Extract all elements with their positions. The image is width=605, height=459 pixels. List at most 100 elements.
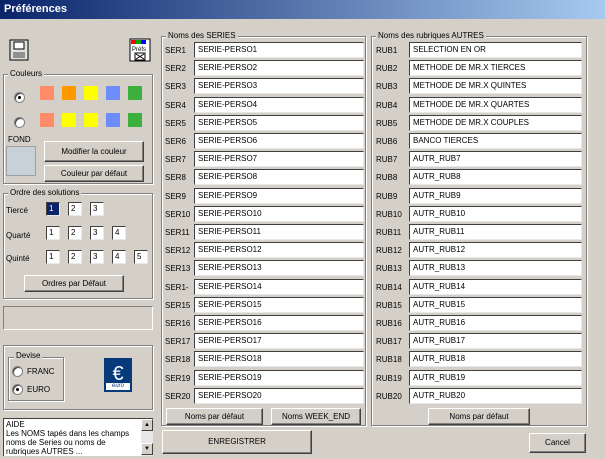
series-label: SER1 [165,46,186,55]
currency-euro-radio[interactable] [12,384,23,395]
series-name-field[interactable]: SERIE-PERSO9 [194,187,364,204]
color-swatch[interactable] [128,86,142,100]
tierce-field[interactable]: 1 [46,202,60,216]
euro-logo-text: euro [111,383,124,389]
quinte-field[interactable]: 1 [46,250,60,264]
preferences-app-icon[interactable]: Préfs [126,38,154,64]
series-name-field[interactable]: SERIE-PERSO5 [194,114,364,131]
scroll-up-icon[interactable]: ▲ [141,419,153,431]
rubrique-name-field[interactable]: AUTR_RUB18 [409,351,582,368]
rubrique-name-field[interactable]: AUTR_RUB11 [409,224,582,240]
series-name-field[interactable]: SERIE-PERSO13 [194,260,364,277]
series-name-field[interactable]: SERIE-PERSO6 [194,133,364,149]
rubrique-label: RUB6 [376,137,398,146]
rubrique-name-field[interactable]: AUTR_RUB8 [409,169,582,186]
series-name-field[interactable]: SERIE-PERSO8 [194,169,364,186]
color-swatch[interactable] [106,86,120,100]
rubrique-name-field[interactable]: AUTR_RUB19 [409,369,582,386]
quinte-field[interactable]: 3 [90,250,104,264]
rubrique-name-field[interactable]: SELECTION EN OR [409,42,582,58]
colors-row1-radio[interactable] [14,92,25,103]
currency-franc-radio[interactable] [12,366,23,377]
rubrique-name-field[interactable]: METHODE DE MR.X COUPLES [409,114,582,131]
help-textarea[interactable]: AIDE Les NOMS tapés dans les champs noms… [3,418,153,456]
rubrique-name-field[interactable]: AUTR_RUB9 [409,187,582,204]
series-name-field[interactable]: SERIE-PERSO1 [194,42,364,58]
rubrique-label: RUB3 [376,82,398,92]
rubriques-default-button[interactable]: Noms par défaut [428,408,530,425]
series-name-field[interactable]: SERIE-PERSO11 [194,224,364,240]
series-label: SER16 [165,319,191,328]
series-name-field[interactable]: SERIE-PERSO7 [194,151,364,168]
rubrique-name-field[interactable]: METHODE DE MR.X TIERCES [409,60,582,77]
series-name-field[interactable]: SERIE-PERSO4 [194,96,364,113]
series-label: SER6 [165,137,186,146]
rubrique-name-field[interactable]: AUTR_RUB16 [409,315,582,331]
series-name-field[interactable]: SERIE-PERSO19 [194,369,364,386]
series-name-field[interactable]: SERIE-PERSO2 [194,60,364,77]
rubrique-name-field[interactable]: AUTR_RUB12 [409,242,582,259]
rubrique-name-field[interactable]: AUTR_RUB13 [409,260,582,277]
color-swatch[interactable] [40,86,54,100]
series-name-field[interactable]: SERIE-PERSO10 [194,205,364,222]
modify-color-button[interactable]: Modifier la couleur [44,141,144,162]
rubrique-label: RUB2 [376,64,398,74]
rubrique-label: RUB8 [376,173,398,183]
save-button[interactable]: ENREGISTRER [162,430,312,454]
quinte-field[interactable]: 2 [68,250,82,264]
quinte-field[interactable]: 5 [134,250,148,264]
cancel-button[interactable]: Cancel [529,433,586,453]
color-swatch[interactable] [40,113,54,127]
tierce-field[interactable]: 2 [68,202,82,216]
color-swatch[interactable] [62,113,76,127]
default-order-button[interactable]: Ordres par Défaut [24,275,124,292]
currency-legend: Devise [14,351,43,361]
series-name-field[interactable]: SERIE-PERSO17 [194,333,364,350]
series-label: SER8 [165,173,186,183]
rubrique-name-field[interactable]: BANCO TIERCES [409,133,582,149]
series-label: SER18 [165,355,191,365]
quarte-field[interactable]: 2 [68,226,82,240]
series-name-field[interactable]: SERIE-PERSO3 [194,78,364,95]
quarte-field[interactable]: 3 [90,226,104,240]
fond-color-preview[interactable] [6,146,36,176]
rubrique-name-field[interactable]: AUTR_RUB7 [409,151,582,168]
color-swatch[interactable] [128,113,142,127]
color-swatch[interactable] [62,86,76,100]
series-name-field[interactable]: SERIE-PERSO14 [194,278,364,295]
color-swatch[interactable] [106,113,120,127]
rubrique-label: RUB4 [376,100,398,110]
colors-row2-radio[interactable] [14,117,25,128]
series-weekend-button[interactable]: Noms WEEK_END [271,408,361,425]
help-scrollbar[interactable]: ▲ ▼ [141,419,153,456]
series-name-field[interactable]: SERIE-PERSO16 [194,315,364,331]
rubrique-label: RUB16 [376,319,402,328]
series-default-button[interactable]: Noms par défaut [166,408,263,425]
tierce-field[interactable]: 3 [90,202,104,216]
preferences-disk-icon[interactable] [4,38,34,64]
color-swatch[interactable] [84,86,98,100]
default-color-button[interactable]: Couleur par défaut [44,165,144,182]
rubrique-label: RUB10 [376,209,402,219]
rubrique-label: RUB5 [376,118,398,128]
rubrique-name-field[interactable]: METHODE DE MR.X QUARTES [409,96,582,113]
order-legend: Ordre des solutions [8,188,82,198]
rubrique-name-field[interactable]: AUTR_RUB10 [409,205,582,222]
rubrique-name-field[interactable]: AUTR_RUB14 [409,278,582,295]
series-name-field[interactable]: SERIE-PERSO20 [194,387,364,404]
scroll-down-icon[interactable]: ▼ [141,443,153,455]
series-name-field[interactable]: SERIE-PERSO12 [194,242,364,259]
quarte-field[interactable]: 1 [46,226,60,240]
rubrique-label: RUB1 [376,46,398,55]
rubrique-label: RUB9 [376,191,398,201]
rubrique-name-field[interactable]: AUTR_RUB20 [409,387,582,404]
quarte-field[interactable]: 4 [112,226,126,240]
series-label: SER9 [165,191,186,201]
quinte-field[interactable]: 4 [112,250,126,264]
rubrique-name-field[interactable]: METHODE DE MR.X QUINTES [409,78,582,95]
series-name-field[interactable]: SERIE-PERSO18 [194,351,364,368]
rubrique-name-field[interactable]: AUTR_RUB17 [409,333,582,350]
series-name-field[interactable]: SERIE-PERSO15 [194,296,364,313]
color-swatch[interactable] [84,113,98,127]
rubrique-name-field[interactable]: AUTR_RUB15 [409,296,582,313]
